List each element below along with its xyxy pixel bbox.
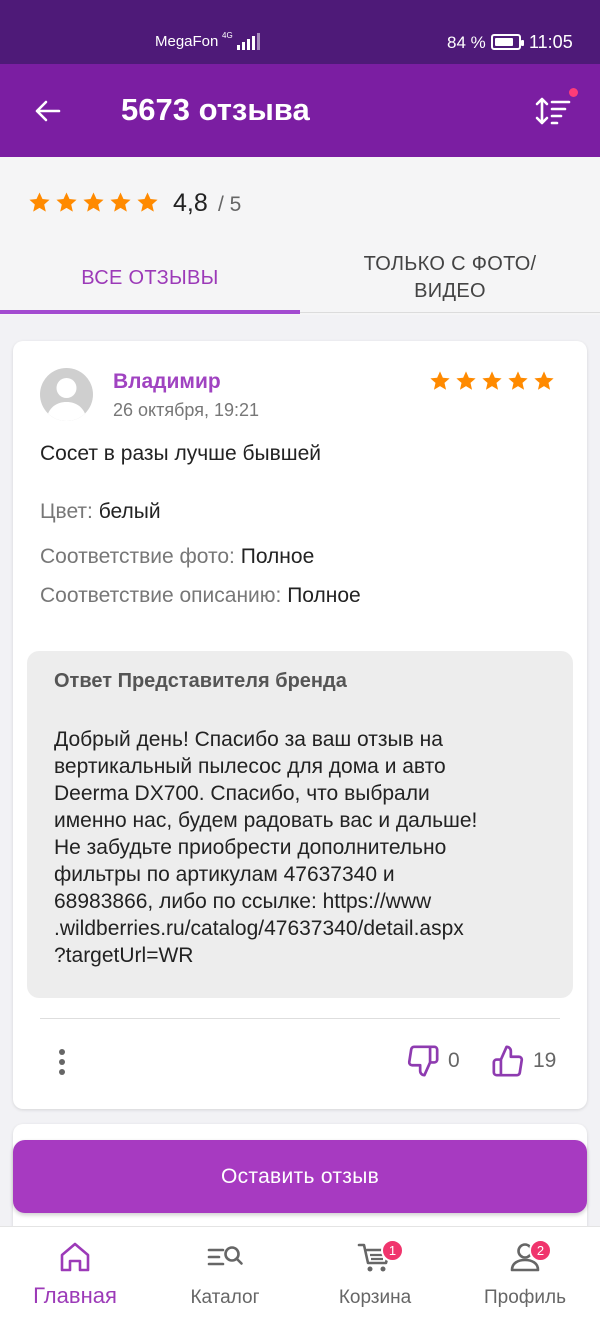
home-icon bbox=[55, 1239, 95, 1275]
attribute-value: Полное bbox=[240, 545, 315, 568]
attribute-photo-match: Соответствие фото: Полное bbox=[40, 545, 314, 569]
star-icon bbox=[508, 371, 528, 390]
review-card: Владимир 26 октября, 19:21 Сосет в разы … bbox=[13, 341, 587, 1109]
attribute-key: Соответствие фото: bbox=[40, 545, 235, 568]
nav-label: Каталог bbox=[190, 1287, 260, 1308]
nav-label: Главная bbox=[33, 1283, 117, 1308]
tab-photo-video[interactable]: ТОЛЬКО С ФОТО/ ВИДЕО bbox=[300, 243, 600, 313]
nav-home[interactable]: Главная bbox=[0, 1227, 150, 1319]
profile-badge: 2 bbox=[529, 1239, 552, 1262]
star-icon bbox=[456, 371, 476, 390]
battery-percent: 84 % bbox=[447, 33, 486, 52]
attribute-description-match: Соответствие описанию: Полное bbox=[40, 584, 361, 608]
star-icon bbox=[29, 192, 50, 212]
review-tabs: ВСЕ ОТЗЫВЫ ТОЛЬКО С ФОТО/ ВИДЕО bbox=[0, 243, 600, 314]
nav-profile[interactable]: 2 Профиль bbox=[450, 1227, 600, 1319]
nav-cart[interactable]: 1 Корзина bbox=[300, 1227, 450, 1319]
star-icon bbox=[482, 371, 502, 390]
brand-reply: Ответ Представителя бренда Добрый день! … bbox=[27, 651, 573, 998]
leave-review-button[interactable]: Оставить отзыв bbox=[13, 1140, 587, 1213]
bottom-navigation: Главная Каталог 1 Корзина 2 Профиль bbox=[0, 1226, 600, 1319]
review-stars bbox=[429, 370, 555, 392]
star-icon bbox=[430, 371, 450, 390]
like-count: 19 bbox=[533, 1049, 557, 1072]
avatar bbox=[40, 368, 93, 421]
star-icon bbox=[110, 192, 131, 212]
summary-stars bbox=[28, 191, 159, 214]
review-text: Сосет в разы лучше бывшей bbox=[40, 442, 322, 465]
status-bar: MegaFon 4G 84 % 11:05 bbox=[0, 0, 600, 64]
more-options-button[interactable] bbox=[49, 1042, 75, 1082]
attribute-key: Цвет: bbox=[40, 500, 93, 523]
rating-summary: 4,8 / 5 ВСЕ ОТЗЫВЫ ТОЛЬКО С ФОТО/ ВИДЕО bbox=[0, 157, 600, 315]
attribute-value: белый bbox=[98, 500, 161, 523]
catalog-search-icon bbox=[205, 1239, 245, 1275]
dislike-button[interactable]: 0 bbox=[406, 1044, 460, 1078]
like-button[interactable]: 19 bbox=[491, 1044, 556, 1078]
nav-label: Профиль bbox=[483, 1287, 567, 1308]
carrier-name: MegaFon bbox=[155, 33, 219, 50]
profile-icon: 2 bbox=[505, 1239, 552, 1275]
battery-icon bbox=[491, 34, 524, 50]
network-type: 4G bbox=[222, 31, 233, 40]
attribute-color: Цвет: белый bbox=[40, 500, 161, 524]
star-icon bbox=[137, 192, 158, 212]
star-icon bbox=[534, 371, 554, 390]
star-icon bbox=[56, 192, 77, 212]
divider bbox=[40, 1018, 560, 1019]
cart-badge: 1 bbox=[381, 1239, 404, 1262]
sort-indicator-dot bbox=[569, 88, 578, 97]
signal-icon: 4G bbox=[222, 32, 260, 50]
user-avatar-icon bbox=[46, 378, 87, 421]
back-button[interactable] bbox=[22, 86, 72, 136]
attribute-value: Полное bbox=[287, 584, 361, 607]
brand-reply-text: Добрый день! Спасибо за ваш отзыв на вер… bbox=[54, 728, 478, 967]
app-bar: 5673 отзыва bbox=[0, 64, 600, 157]
rating-value: 4,8 bbox=[173, 189, 208, 217]
attribute-key: Соответствие описанию: bbox=[40, 584, 282, 607]
page-title: 5673 отзыва bbox=[121, 92, 310, 127]
arrow-left-icon bbox=[35, 100, 61, 122]
thumbs-down-icon bbox=[407, 1045, 439, 1077]
nav-label: Корзина bbox=[338, 1287, 412, 1308]
brand-reply-title: Ответ Представителя бренда bbox=[54, 670, 347, 692]
review-author: Владимир bbox=[113, 370, 221, 393]
review-date: 26 октября, 19:21 bbox=[113, 400, 260, 420]
star-icon bbox=[83, 192, 104, 212]
sort-icon bbox=[535, 97, 571, 125]
nav-catalog[interactable]: Каталог bbox=[150, 1227, 300, 1319]
cart-icon: 1 bbox=[355, 1239, 404, 1275]
clock: 11:05 bbox=[529, 32, 573, 52]
dislike-count: 0 bbox=[448, 1049, 460, 1072]
rating-max: / 5 bbox=[218, 193, 242, 216]
thumbs-up-icon bbox=[492, 1045, 524, 1077]
tab-all-reviews[interactable]: ВСЕ ОТЗЫВЫ bbox=[0, 243, 300, 314]
